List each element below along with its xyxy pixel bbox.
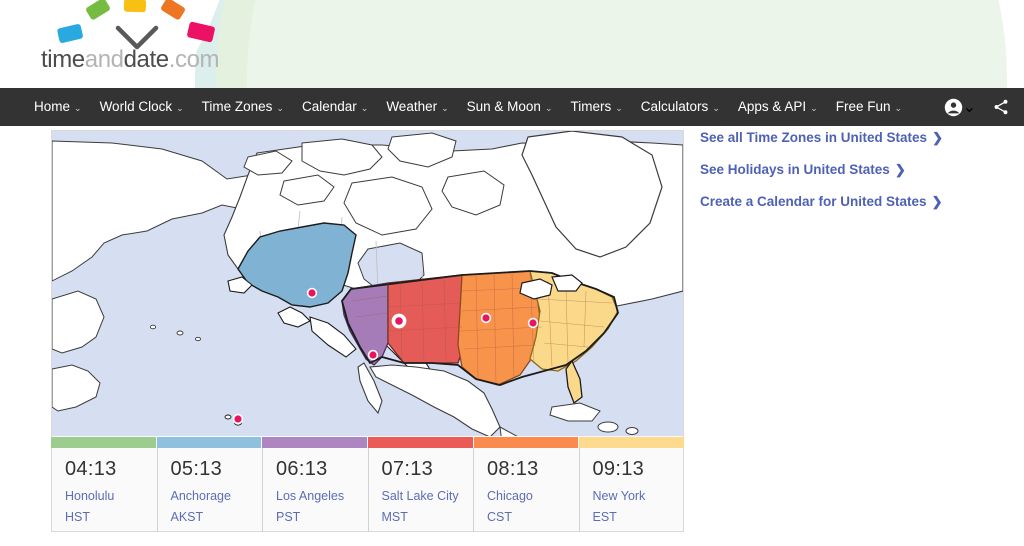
nav-item-world-clock[interactable]: World Clock ⌄ <box>100 100 184 114</box>
time-zone-clock-list: 04:13 Honolulu HST 05:13 Anchorage AKST … <box>51 448 684 532</box>
chevron-down-icon: ⌄ <box>894 104 902 113</box>
nav-label: Time Zones <box>202 100 273 114</box>
time-zone-cell-chicago[interactable]: 08:13 Chicago CST <box>473 448 579 532</box>
main-navigation: Home ⌄ World Clock ⌄ Time Zones ⌄ Calend… <box>0 88 1024 126</box>
time-zone-cell-los-angeles[interactable]: 06:13 Los Angeles PST <box>262 448 368 532</box>
chevron-down-icon: ⌄ <box>441 104 449 113</box>
clock-time: 06:13 <box>276 457 368 482</box>
logo-mark-icon <box>36 0 242 50</box>
nav-item-time-zones[interactable]: Time Zones ⌄ <box>202 100 284 114</box>
nav-label: Calculators <box>641 100 709 114</box>
marker-anchorage <box>308 289 315 296</box>
time-zone-cell-new-york[interactable]: 09:13 New York EST <box>579 448 685 532</box>
clock-time: 07:13 <box>382 457 474 482</box>
clock-time: 09:13 <box>593 457 685 482</box>
marker-chicago <box>482 314 489 321</box>
chevron-right-icon: ❯ <box>932 194 943 209</box>
clock-city[interactable]: Anchorage <box>171 488 263 504</box>
nav-label: World Clock <box>100 100 173 114</box>
account-menu[interactable]: ⌄ <box>944 97 976 117</box>
zone-color-hst <box>51 437 157 448</box>
nav-item-apps-and-api[interactable]: Apps & API ⌄ <box>738 100 818 114</box>
chevron-right-icon: ❯ <box>895 162 906 177</box>
clock-abbreviation[interactable]: CST <box>487 509 579 525</box>
zone-color-mst <box>368 437 474 448</box>
clock-city[interactable]: Honolulu <box>65 488 157 504</box>
share-icon <box>992 98 1010 116</box>
clock-abbreviation[interactable]: MST <box>382 509 474 525</box>
chevron-down-icon: ⌄ <box>712 104 720 113</box>
chevron-down-icon: ⌄ <box>276 104 284 113</box>
related-links-panel: See all Time Zones in United States ❯ See… <box>700 130 1020 226</box>
marker-honolulu <box>234 415 241 422</box>
account-circle-icon <box>944 98 963 117</box>
nav-label: Calendar <box>302 100 357 114</box>
clock-time: 08:13 <box>487 457 579 482</box>
marker-new-york <box>529 319 536 326</box>
zone-color-cst <box>474 437 580 448</box>
chevron-down-icon: ⌄ <box>545 104 553 113</box>
time-zone-color-legend <box>51 437 684 448</box>
time-zone-cell-salt-lake-city[interactable]: 07:13 Salt Lake City MST <box>368 448 474 532</box>
site-header: timeanddate.com <box>0 0 1024 88</box>
nav-item-weather[interactable]: Weather ⌄ <box>386 100 448 114</box>
clock-abbreviation[interactable]: PST <box>276 509 368 525</box>
clock-abbreviation[interactable]: EST <box>593 509 685 525</box>
logo-word-com: .com <box>169 46 219 73</box>
chevron-down-icon: ⌄ <box>810 104 818 113</box>
link-label: See all Time Zones in United States <box>700 130 927 145</box>
chevron-down-icon: ⌄ <box>615 104 623 113</box>
logo-word-and: and <box>85 46 124 73</box>
logo-word-date: date <box>124 46 169 73</box>
clock-time: 04:13 <box>65 457 157 482</box>
chevron-down-icon: ⌄ <box>963 97 976 117</box>
clock-city[interactable]: New York <box>593 488 685 504</box>
header-decor-arc-light-green <box>247 0 1007 88</box>
clock-abbreviation[interactable]: HST <box>65 509 157 525</box>
link-see-holidays[interactable]: See Holidays in United States ❯ <box>700 162 1020 178</box>
link-label: See Holidays in United States <box>700 162 890 177</box>
clock-time: 05:13 <box>171 457 263 482</box>
nav-item-calculators[interactable]: Calculators ⌄ <box>641 100 720 114</box>
marker-salt-lake-city-selected <box>395 317 403 325</box>
zone-color-akst <box>157 437 263 448</box>
nav-label: Weather <box>386 100 437 114</box>
zone-color-est <box>579 437 684 448</box>
nav-label: Timers <box>570 100 611 114</box>
nav-label: Sun & Moon <box>467 100 541 114</box>
nav-label: Apps & API <box>738 100 806 114</box>
clock-abbreviation[interactable]: AKST <box>171 509 263 525</box>
nav-label: Home <box>34 100 70 114</box>
time-zone-cell-anchorage[interactable]: 05:13 Anchorage AKST <box>157 448 263 532</box>
link-see-all-time-zones[interactable]: See all Time Zones in United States ❯ <box>700 130 1020 146</box>
link-create-calendar[interactable]: Create a Calendar for United States ❯ <box>700 194 1020 210</box>
nav-item-free-fun[interactable]: Free Fun ⌄ <box>836 100 902 114</box>
share-button[interactable] <box>992 98 1010 116</box>
chevron-down-icon: ⌄ <box>361 104 369 113</box>
zone-color-pst <box>262 437 368 448</box>
logo-word-time: time <box>41 46 85 73</box>
nav-item-home[interactable]: Home ⌄ <box>34 100 82 114</box>
chevron-down-icon: ⌄ <box>74 104 82 113</box>
page-content: © timeanddate.com 04:13 Honolulu HST 05:… <box>0 126 1024 546</box>
time-zone-cell-honolulu[interactable]: 04:13 Honolulu HST <box>51 448 157 532</box>
clock-city[interactable]: Salt Lake City <box>382 488 474 504</box>
nav-item-timers[interactable]: Timers ⌄ <box>570 100 622 114</box>
nav-item-sun-and-moon[interactable]: Sun & Moon ⌄ <box>467 100 553 114</box>
logo-wordmark: timeanddate.com <box>41 46 219 74</box>
clock-city[interactable]: Los Angeles <box>276 488 368 504</box>
site-logo[interactable]: timeanddate.com <box>36 0 242 88</box>
chevron-down-icon: ⌄ <box>176 104 184 113</box>
marker-los-angeles <box>369 351 376 358</box>
nav-label: Free Fun <box>836 100 891 114</box>
link-label: Create a Calendar for United States <box>700 194 927 209</box>
nav-item-calendar[interactable]: Calendar ⌄ <box>302 100 368 114</box>
chevron-right-icon: ❯ <box>932 130 943 145</box>
clock-city[interactable]: Chicago <box>487 488 579 504</box>
